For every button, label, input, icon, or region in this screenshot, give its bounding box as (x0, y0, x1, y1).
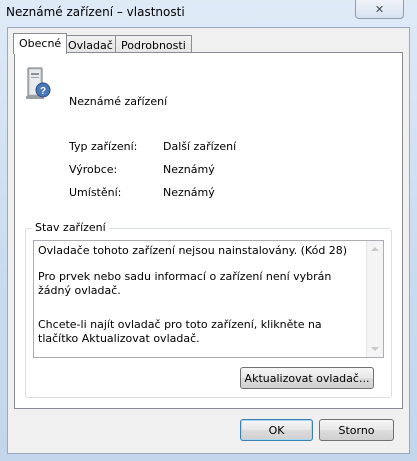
status-line-instruction: Chcete-li najít ovladač pro toto zařízen… (38, 318, 322, 345)
tab-label: Podrobnosti (121, 39, 186, 52)
ok-button[interactable]: OK (240, 419, 313, 441)
device-status-textbox[interactable]: Ovladače tohoto zařízení nejsou nainstal… (33, 240, 384, 358)
close-button[interactable]: ✕ (355, 0, 404, 19)
ok-button-label: OK (268, 423, 285, 437)
tab-label: Obecné (19, 37, 62, 50)
tab-general[interactable]: Obecné (13, 33, 68, 54)
status-message: Ovladače tohoto zařízení nejsou nainstal… (38, 244, 364, 346)
unknown-device-icon: ? (26, 67, 51, 99)
location-label: Umístění: (69, 186, 122, 199)
cancel-button[interactable]: Storno (319, 419, 394, 441)
manufacturer-value: Neznámý (163, 163, 215, 176)
dialog-client-area: Obecné Ovladač Podrobnosti ? Neznámé zař… (7, 27, 410, 454)
status-line-error: Ovladače tohoto zařízení nejsou nainstal… (38, 244, 348, 257)
status-scrollbar[interactable] (366, 241, 383, 357)
device-status-heading: Stav zařízení (32, 221, 109, 234)
manufacturer-label: Výrobce: (69, 163, 118, 176)
svg-text:?: ? (40, 86, 46, 97)
tab-label: Ovladač (68, 39, 113, 52)
device-name: Neznámé zařízení (69, 95, 168, 108)
properties-window: Neznámé zařízení – vlastnosti ✕ Obecné O… (0, 0, 417, 461)
title-bar[interactable]: Neznámé zařízení – vlastnosti ✕ (0, 0, 417, 26)
close-icon: ✕ (374, 2, 385, 16)
update-driver-button-label: Aktualizovat ovladač... (244, 371, 370, 385)
device-status-group: Stav zařízení Ovladače tohoto zařízení n… (25, 221, 392, 398)
update-driver-button[interactable]: Aktualizovat ovladač... (240, 367, 374, 389)
status-line-no-driver: Pro prvek nebo sadu informací o zařízení… (38, 270, 332, 297)
location-value: Neznámý (163, 186, 215, 199)
general-tab-panel: ? Neznámé zařízení Typ zařízení: Další z… (14, 52, 403, 409)
device-type-value: Další zařízení (163, 140, 237, 153)
scroll-down-arrow-icon[interactable] (371, 347, 379, 351)
scroll-up-arrow-icon[interactable] (371, 247, 379, 251)
device-type-label: Typ zařízení: (69, 140, 138, 153)
cancel-button-label: Storno (338, 423, 375, 437)
window-title: Neznámé zařízení – vlastnosti (6, 5, 185, 19)
